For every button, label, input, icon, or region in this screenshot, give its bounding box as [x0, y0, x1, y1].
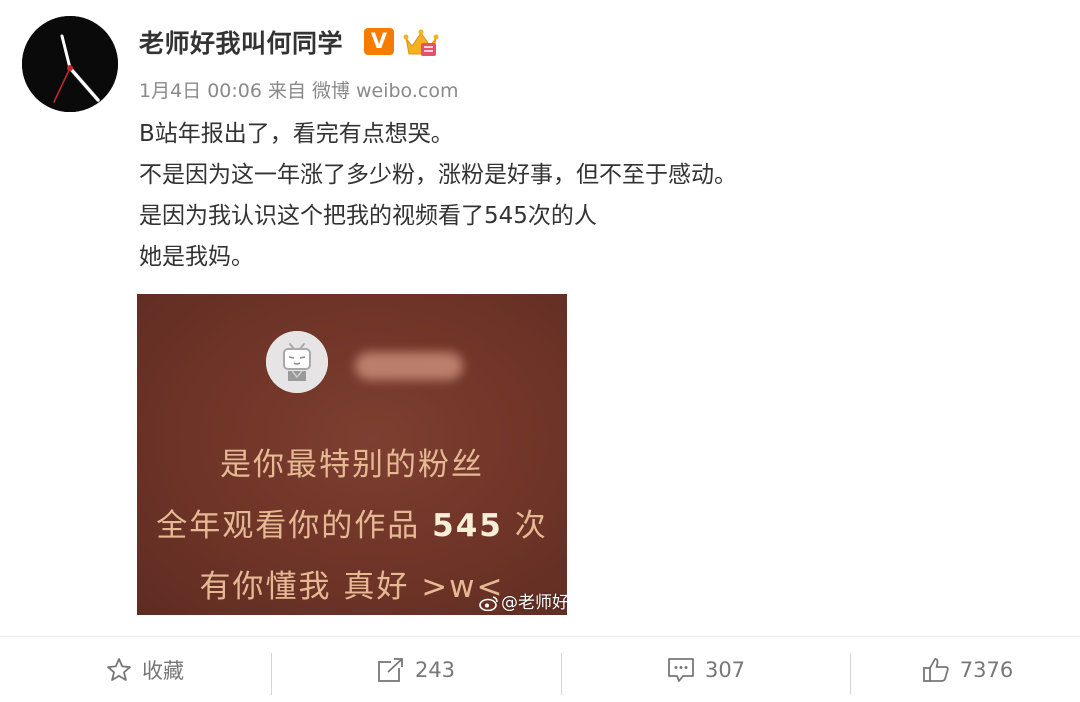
divider: [850, 653, 851, 695]
crown-badge-icon[interactable]: [403, 28, 439, 58]
divider: [271, 653, 272, 695]
blurred-username: [355, 352, 463, 380]
source-app[interactable]: 微博: [312, 80, 350, 102]
watermark-text: @老师好: [501, 593, 567, 613]
image-caption-line: 是你最特别的粉丝: [220, 447, 484, 483]
like-icon: [922, 658, 949, 682]
action-bar: 收藏 243 307 7376: [0, 636, 1080, 702]
like-count: 7376: [959, 658, 1014, 682]
weibo-post: 老师好我叫何同学 V 1月4日 00:06 来自 微博 weibo.com B站年报出了…: [0, 0, 1080, 702]
favorite-button[interactable]: 收藏: [30, 637, 260, 702]
image-caption-line: 全年观看你的作品 545 次: [137, 500, 567, 545]
content-line: 不是因为这一年涨了多少粉，涨粉是好事，但不至于感动。: [139, 162, 737, 188]
verified-badge[interactable]: V: [364, 28, 394, 55]
share-count: 243: [414, 658, 456, 682]
post-meta: 1月4日 00:06 来自 微博 weibo.com: [139, 76, 464, 103]
source-prefix: 来自: [267, 80, 306, 102]
like-button[interactable]: 7376: [855, 637, 1080, 702]
share-icon: [378, 658, 404, 682]
image-watermark: @老师好: [479, 588, 567, 613]
comment-count: 307: [704, 658, 746, 682]
clock-avatar-image: [22, 16, 118, 112]
content-line: 她是我妈。: [139, 244, 254, 270]
content-line: 是因为我认识这个把我的视频看了545次的人: [139, 203, 597, 229]
post-image[interactable]: 是你最特别的粉丝 全年观看你的作品 545 次 有你懂我 真好 >w< @老师好: [137, 294, 567, 615]
post-date[interactable]: 1月4日: [139, 80, 201, 102]
share-button[interactable]: 243: [276, 637, 556, 702]
image-caption-prefix: 全年观看你的作品: [156, 508, 421, 544]
comment-button[interactable]: 307: [566, 637, 846, 702]
author-avatar[interactable]: [22, 16, 118, 112]
comment-icon: [668, 658, 694, 682]
source-site[interactable]: weibo.com: [356, 80, 458, 102]
view-count-number: 545: [432, 508, 503, 544]
star-icon: [107, 658, 131, 681]
content-line: B站年报出了，看完有点想哭。: [139, 121, 454, 147]
image-caption-suffix: 次: [514, 508, 548, 544]
author-name[interactable]: 老师好我叫何同学: [139, 24, 343, 60]
weibo-logo-icon: [479, 596, 498, 611]
favorite-label: 收藏: [142, 659, 184, 683]
post-time[interactable]: 00:06: [207, 80, 262, 102]
bilibili-tv-icon: [266, 331, 328, 393]
post-content: B站年报出了，看完有点想哭。 不是因为这一年涨了多少粉，涨粉是好事，但不至于感动…: [139, 114, 737, 278]
divider: [561, 653, 562, 695]
